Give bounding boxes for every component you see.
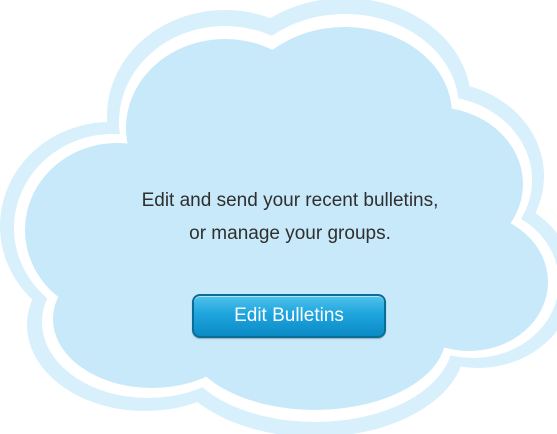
cloud-message-line1: Edit and send your recent bulletins, bbox=[141, 190, 439, 211]
edit-bulletins-button[interactable]: Edit Bulletins bbox=[192, 294, 386, 338]
cloud-message: Edit and send your recent bulletins, or … bbox=[40, 184, 540, 250]
cloud-message-line2: or manage your groups. bbox=[189, 223, 391, 244]
bulletins-cloud-panel: Edit and send your recent bulletins, or … bbox=[0, 0, 557, 434]
